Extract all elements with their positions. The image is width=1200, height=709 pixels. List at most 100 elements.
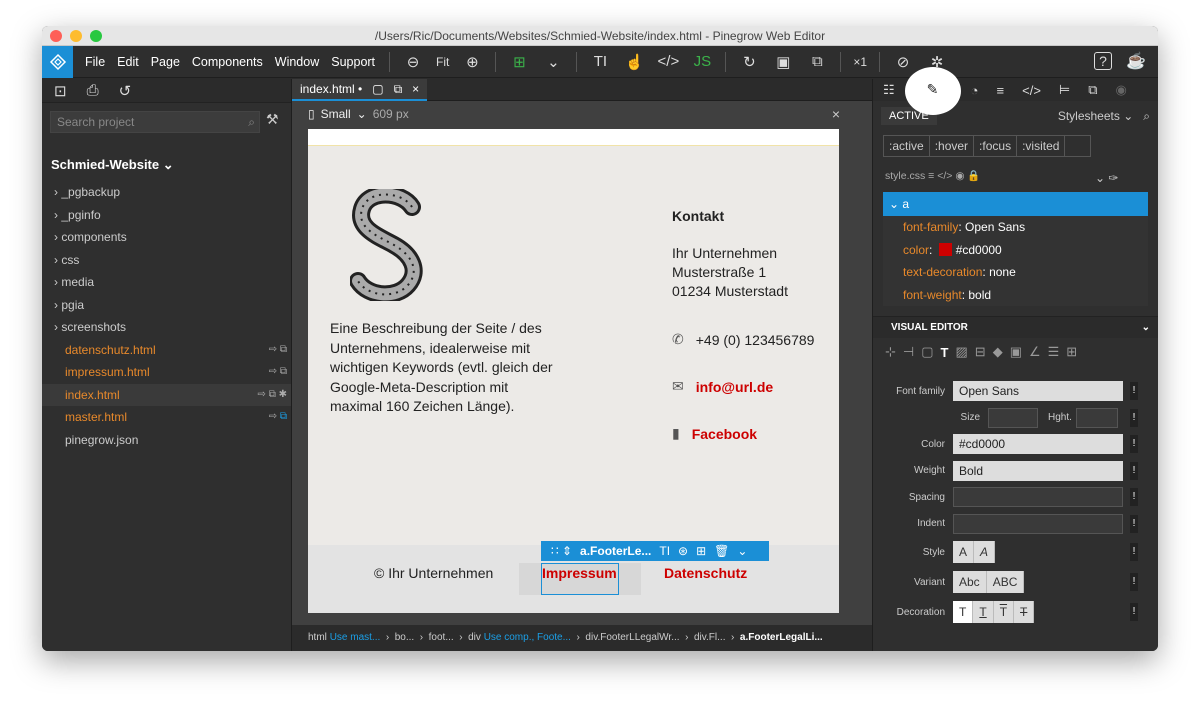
layout-icon[interactable]: ⊹: [885, 344, 896, 360]
css-prop[interactable]: font-weight: bold: [883, 284, 1148, 307]
important-toggle[interactable]: !: [1130, 543, 1138, 561]
stylesheets-dropdown[interactable]: Stylesheets ⌄ ⌕: [1058, 109, 1150, 124]
link-icon[interactable]: ⊛: [678, 544, 688, 558]
code-icon[interactable]: </>: [657, 51, 680, 73]
text-indent-input[interactable]: [953, 513, 1123, 534]
js-icon[interactable]: JS: [691, 51, 713, 73]
crumb-legal-link[interactable]: a.FooterLegalLi...: [740, 632, 823, 643]
font-weight-select[interactable]: Bold: [953, 460, 1123, 481]
menu-edit[interactable]: Edit: [117, 55, 139, 69]
close-device-icon[interactable]: ×: [832, 106, 840, 122]
list-icon[interactable]: ☰: [1048, 344, 1060, 360]
file-actions-icon[interactable]: ⇨ ⧉: [269, 406, 287, 429]
impressum-link[interactable]: Impressum: [542, 565, 617, 581]
search-project-input[interactable]: Search project ⌕: [50, 111, 260, 133]
multiplier-label[interactable]: ×1: [853, 55, 867, 69]
zoom-in-icon[interactable]: ⊕: [461, 51, 483, 73]
zoom-out-icon[interactable]: ⊖: [402, 51, 424, 73]
text-edit-icon[interactable]: TI: [589, 51, 611, 73]
tab-index-html[interactable]: index.html • ▢ ⧉ ×: [292, 78, 428, 101]
important-toggle[interactable]: !: [1130, 603, 1138, 621]
duplicate-icon[interactable]: ⧉: [394, 78, 403, 100]
close-window-button[interactable]: [50, 30, 62, 42]
crumb-legal-wrapper[interactable]: div.FooterLLegalWr...: [585, 632, 679, 643]
important-toggle[interactable]: !: [1130, 514, 1138, 533]
hide-icon[interactable]: ⊘: [892, 51, 914, 73]
folder-item[interactable]: › components: [42, 226, 291, 249]
pseudo-active[interactable]: :active: [884, 136, 930, 156]
color-input[interactable]: #cd0000: [953, 434, 1123, 455]
tree-view-icon[interactable]: ⊡: [54, 82, 67, 100]
fit-button[interactable]: Fit: [436, 55, 449, 69]
device-select[interactable]: Small: [321, 107, 351, 121]
project-title[interactable]: Schmied-Website ⌄: [51, 157, 291, 173]
important-toggle[interactable]: !: [1130, 408, 1138, 427]
transform-icon[interactable]: ▣: [1010, 344, 1022, 360]
component-icon[interactable]: ⧉: [1088, 82, 1097, 98]
chevron-down-icon[interactable]: ⌄: [542, 51, 564, 73]
style-italic-button[interactable]: A: [974, 541, 996, 563]
selected-element-name[interactable]: a.FooterLe...: [580, 544, 651, 558]
eye-icon[interactable]: ◉: [1116, 82, 1127, 98]
page-canvas[interactable]: Eine Beschreibung der Seite / des Untern…: [308, 129, 839, 613]
file-actions-icon[interactable]: ⇨ ⧉ ✱: [258, 384, 287, 407]
folder-item[interactable]: › _pgbackup: [42, 181, 291, 204]
important-toggle[interactable]: !: [1130, 461, 1138, 480]
tools-icon[interactable]: ⚒: [266, 111, 279, 128]
decoration-none-button[interactable]: T: [953, 601, 974, 623]
style-brush-icon[interactable]: ✎: [904, 67, 961, 115]
text-icon[interactable]: T: [941, 345, 949, 360]
facebook-link[interactable]: Facebook: [692, 426, 757, 442]
chevron-down-icon[interactable]: ⌄: [357, 107, 367, 121]
folder-item[interactable]: › screenshots: [42, 316, 291, 339]
chevron-down-icon[interactable]: ⌄: [737, 544, 747, 558]
file-actions-icon[interactable]: ⇨ ⧉: [269, 339, 287, 362]
pseudo-hover[interactable]: :hover: [930, 136, 975, 156]
drag-handle-icon[interactable]: ∷ ⇕: [551, 544, 572, 558]
color-swatch[interactable]: [938, 242, 952, 256]
email-link[interactable]: info@url.de: [696, 379, 773, 395]
background-icon[interactable]: ▨: [955, 344, 967, 360]
email-row[interactable]: ✉ info@url.de: [672, 378, 773, 395]
important-toggle[interactable]: !: [1130, 488, 1138, 507]
code-icon[interactable]: </>: [1022, 83, 1041, 98]
grid-icon[interactable]: ⊞: [508, 51, 530, 73]
file-item-master[interactable]: master.html ⇨ ⧉: [42, 406, 291, 429]
preview-icon[interactable]: ▣: [772, 51, 794, 73]
table-icon[interactable]: ⊞: [1066, 344, 1077, 360]
zoom-window-button[interactable]: [90, 30, 102, 42]
new-page-icon[interactable]: ⧉: [806, 51, 828, 73]
variant-normal-button[interactable]: Abc: [953, 571, 987, 593]
menu-file[interactable]: File: [85, 55, 105, 69]
letter-spacing-input[interactable]: [953, 487, 1123, 508]
file-item-datenschutz[interactable]: datenschutz.html ⇨ ⧉: [42, 339, 291, 362]
rule-selector[interactable]: ⌄ a: [883, 192, 1148, 216]
decoration-strike-button[interactable]: T: [1014, 601, 1035, 623]
print-icon[interactable]: ⎙: [87, 82, 99, 99]
file-actions-icon[interactable]: ⇨ ⧉: [269, 361, 287, 384]
style-normal-button[interactable]: A: [953, 541, 975, 563]
pseudo-focus[interactable]: :focus: [974, 136, 1018, 156]
folder-item[interactable]: › css: [42, 249, 291, 272]
decoration-overline-button[interactable]: T: [994, 601, 1015, 623]
important-toggle[interactable]: !: [1130, 382, 1138, 401]
css-prop[interactable]: color: #cd0000: [883, 239, 1148, 262]
list-icon[interactable]: ≡: [997, 83, 1005, 98]
border-icon[interactable]: ⊟: [975, 344, 986, 360]
file-item-impressum[interactable]: impressum.html ⇨ ⧉: [42, 361, 291, 384]
css-prop[interactable]: text-decoration: none: [883, 261, 1148, 284]
coffee-icon[interactable]: ☕: [1126, 51, 1146, 71]
variant-smallcaps-button[interactable]: ABC: [987, 571, 1025, 593]
datenschutz-link[interactable]: Datenschutz: [664, 565, 747, 581]
minimize-window-button[interactable]: [70, 30, 82, 42]
history-icon[interactable]: ↺: [119, 82, 132, 100]
size-input[interactable]: [988, 407, 1038, 428]
menu-support[interactable]: Support: [331, 55, 375, 69]
close-tab-icon[interactable]: ×: [412, 78, 419, 100]
hand-icon[interactable]: ☝: [623, 51, 645, 73]
effects-icon[interactable]: ◆: [993, 344, 1003, 360]
pseudo-visited[interactable]: :visited: [1017, 136, 1066, 156]
refresh-icon[interactable]: ↻: [738, 51, 760, 73]
crumb-html[interactable]: html Use mast...: [308, 632, 380, 643]
decoration-underline-button[interactable]: T: [973, 601, 994, 623]
